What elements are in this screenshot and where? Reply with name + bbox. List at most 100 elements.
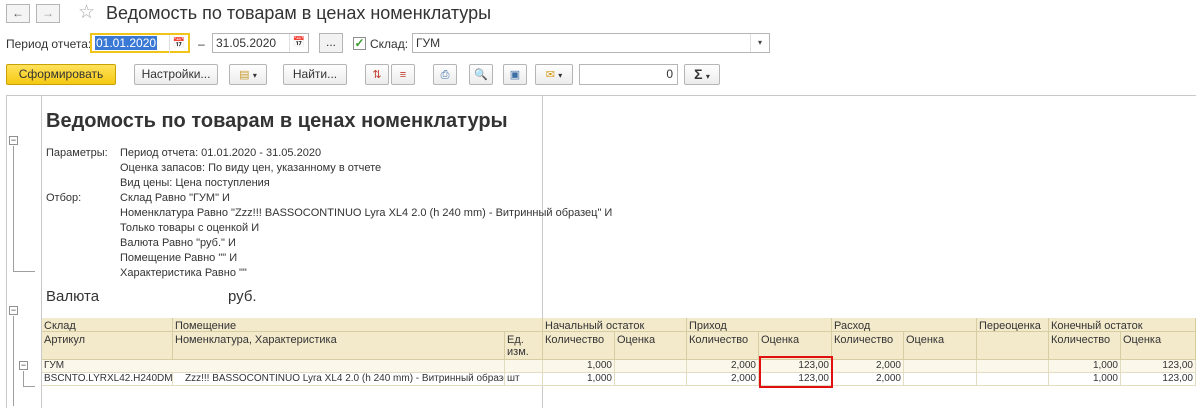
collapse-group-toggle[interactable]: − xyxy=(19,361,28,370)
warehouse-select[interactable]: ГУМ ▾ xyxy=(412,33,770,53)
filter-line: Только товары с оценкой И xyxy=(120,222,260,234)
sort-asc-button[interactable]: ⇅ xyxy=(365,64,389,85)
item-row-rashod-kol: 2,000 xyxy=(832,373,904,386)
calendar-icon[interactable]: 📅 xyxy=(169,35,188,53)
settings-button[interactable]: Настройки... xyxy=(134,64,218,85)
period-label: Период отчета: xyxy=(6,37,92,51)
filter-line: Склад Равно "ГУМ" И xyxy=(120,192,230,204)
group-row-kon-kol: 1,000 xyxy=(1049,360,1121,373)
chevron-down-icon: ▾ xyxy=(558,71,563,80)
header-ed-izm: Ед. изм. xyxy=(505,332,543,360)
date-from-field[interactable]: 01.01.2020 📅 xyxy=(90,33,190,53)
header-pomeshchenie: Помещение xyxy=(173,318,543,332)
warehouse-value: ГУМ xyxy=(416,36,441,50)
calendar-icon[interactable]: 📅 xyxy=(289,34,308,52)
item-row-kon-kol: 1,000 xyxy=(1049,373,1121,386)
header-nach-ostatok: Начальный остаток xyxy=(543,318,687,332)
report-variants-icon: ▤ xyxy=(239,69,250,81)
group-row-nach-kol: 1,000 xyxy=(543,360,615,373)
find-button[interactable]: Найти... xyxy=(283,64,347,85)
group-line xyxy=(13,316,14,406)
checkmark-icon: ✓ xyxy=(354,36,365,50)
arrow-left-icon: ← xyxy=(12,6,24,20)
forward-button[interactable]: → xyxy=(36,4,60,23)
item-row-prihod-kol: 2,000 xyxy=(687,373,759,386)
filter-line: Характеристика Равно "" xyxy=(120,267,247,279)
sort-desc-button[interactable]: ≡ xyxy=(391,64,415,85)
header-rashod-kol: Количество xyxy=(832,332,904,360)
header-pereocenka: Переоценка xyxy=(977,318,1049,332)
param-line: Период отчета: 01.01.2020 - 31.05.2020 xyxy=(120,147,322,159)
printer-icon: ⎙ xyxy=(440,69,450,81)
arrow-right-icon: → xyxy=(42,6,54,20)
filter-label: Отбор: xyxy=(46,192,82,204)
item-row-nach-kol: 1,000 xyxy=(543,373,615,386)
header-kon-ostatok: Конечный остаток xyxy=(1049,318,1196,332)
favorite-star-icon[interactable]: ☆ xyxy=(78,1,95,24)
collapse-params-toggle[interactable]: − xyxy=(9,136,18,145)
sigma-icon: Σ xyxy=(694,66,703,82)
header-nach-ocenka: Оценка xyxy=(615,332,687,360)
floppy-disk-icon: ▣ xyxy=(509,69,521,81)
filter-line: Помещение Равно "" И xyxy=(120,252,238,264)
param-line: Оценка запасов: По виду цен, указанному … xyxy=(120,162,382,174)
header-pereocenka-sub xyxy=(977,332,1049,360)
group-line xyxy=(23,371,24,387)
date-to-field[interactable]: 31.05.2020 📅 xyxy=(212,33,309,53)
item-row-pereocenka xyxy=(977,373,1049,386)
envelope-icon: ✉ xyxy=(545,69,555,81)
date-from-value: 01.01.2020 xyxy=(95,36,158,50)
header-rashod-ocenka: Оценка xyxy=(904,332,977,360)
group-line xyxy=(13,146,14,272)
sum-field[interactable]: 0 xyxy=(579,64,678,85)
chevron-down-icon: ▾ xyxy=(705,72,710,81)
warehouse-checkbox[interactable]: ✓ xyxy=(353,37,366,50)
header-nach-kol: Количество xyxy=(543,332,615,360)
print-preview-icon: 🔍 xyxy=(474,69,488,81)
params-label: Параметры: xyxy=(46,147,108,159)
header-nomenklatura: Номенклатура, Характеристика xyxy=(173,332,505,360)
generate-button[interactable]: Сформировать xyxy=(6,64,116,85)
group-row-cell xyxy=(505,360,543,373)
send-email-button[interactable]: ✉ ▾ xyxy=(535,64,573,85)
item-row-rashod-ocenka xyxy=(904,373,977,386)
date-to-value: 31.05.2020 xyxy=(216,36,277,50)
item-row-nach-ocenka xyxy=(615,373,687,386)
date-separator: – xyxy=(198,37,205,51)
warehouse-label: Склад: xyxy=(370,37,409,51)
group-row-pereocenka xyxy=(977,360,1049,373)
filter-line: Номенклатура Равно "Zzz!!! BASSOCONTINUO… xyxy=(120,207,613,219)
period-select-button[interactable]: ... xyxy=(319,33,343,53)
sum-mode-button[interactable]: Σ ▾ xyxy=(684,64,720,85)
save-button[interactable]: ▣ xyxy=(503,64,527,85)
filter-line: Валюта Равно "руб." И xyxy=(120,237,236,249)
currency-value: руб. xyxy=(228,288,257,305)
item-row-kon-ocenka: 123,00 xyxy=(1121,373,1196,386)
chevron-down-icon[interactable]: ▾ xyxy=(750,34,769,52)
sort-descending-icon: ≡ xyxy=(399,69,407,81)
item-row-artikul[interactable]: BSCNTO.LYRXL42.H240DM xyxy=(42,373,173,386)
group-row-nach-ocenka xyxy=(615,360,687,373)
group-row-prihod-kol: 2,000 xyxy=(687,360,759,373)
sort-ascending-icon: ⇅ xyxy=(372,69,382,81)
header-kon-kol: Количество xyxy=(1049,332,1121,360)
highlight-box xyxy=(759,356,833,388)
back-button[interactable]: ← xyxy=(6,4,30,23)
currency-label: Валюта xyxy=(46,288,100,305)
chevron-down-icon: ▾ xyxy=(252,71,257,80)
header-kon-ocenka: Оценка xyxy=(1121,332,1196,360)
item-row-ed-izm: шт xyxy=(505,373,543,386)
item-row-nomenklatura[interactable]: Zzz!!! BASSOCONTINUO Lyra XL4 2.0 (h 240… xyxy=(173,373,505,386)
group-line xyxy=(23,386,35,387)
group-row-rashod-ocenka xyxy=(904,360,977,373)
param-line: Вид цены: Цена поступления xyxy=(120,177,270,189)
group-row-sklad[interactable]: ГУМ xyxy=(42,360,505,373)
print-button[interactable]: ⎙ xyxy=(433,64,457,85)
preview-button[interactable]: 🔍 xyxy=(469,64,493,85)
collapse-table-toggle[interactable]: − xyxy=(9,306,18,315)
window-title: Ведомость по товарам в ценах номенклатур… xyxy=(106,3,492,23)
header-artikul: Артикул xyxy=(42,332,173,360)
variants-button[interactable]: ▤ ▾ xyxy=(229,64,267,85)
report-title: Ведомость по товарам в ценах номенклатур… xyxy=(46,110,508,132)
group-line xyxy=(13,271,35,272)
